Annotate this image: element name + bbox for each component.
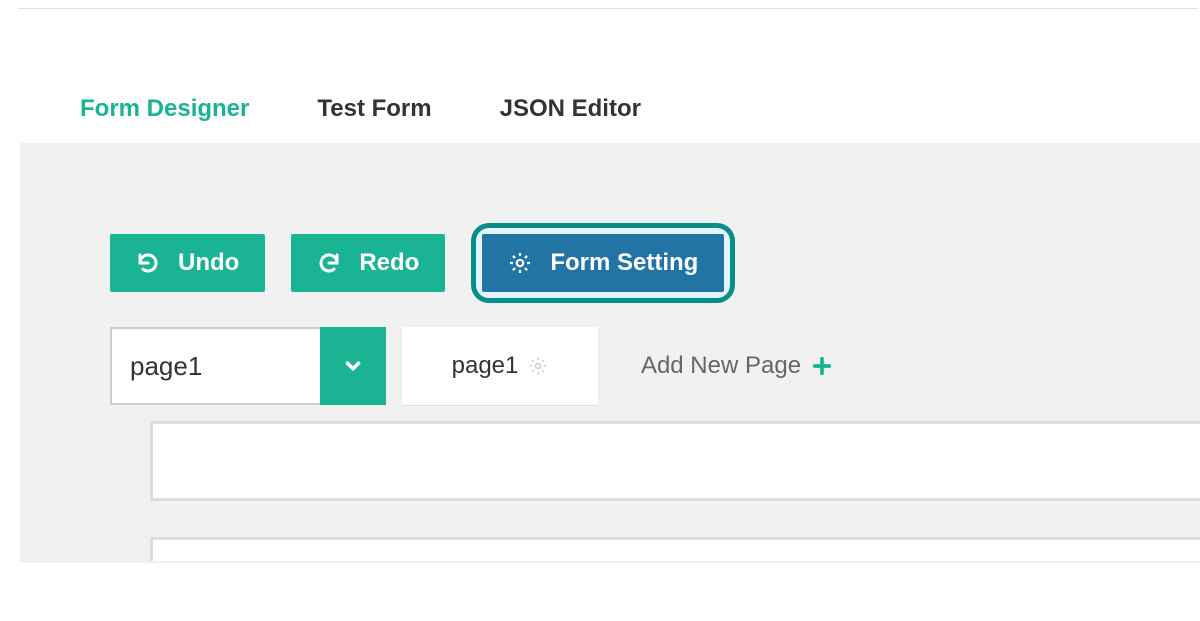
- redo-label: Redo: [359, 249, 419, 277]
- form-setting-button[interactable]: Form Setting: [482, 234, 724, 292]
- redo-button[interactable]: Redo: [291, 234, 445, 292]
- page-select-value: page1: [110, 327, 320, 405]
- form-setting-label: Form Setting: [550, 249, 698, 277]
- undo-button[interactable]: Undo: [110, 234, 265, 292]
- canvas-row[interactable]: [150, 421, 1200, 501]
- tab-test-form[interactable]: Test Form: [283, 81, 465, 143]
- page-tab-current[interactable]: page1: [402, 327, 598, 405]
- tab-form-designer[interactable]: Form Designer: [46, 81, 283, 143]
- redo-icon: [317, 251, 341, 275]
- highlight-ring: Form Setting: [471, 223, 735, 303]
- canvas-row[interactable]: [150, 537, 1200, 561]
- page-row: page1 page1 Add New Page: [110, 327, 860, 405]
- gear-icon: [508, 251, 532, 275]
- page-select[interactable]: page1: [110, 327, 386, 405]
- title-divider: [18, 8, 1198, 9]
- toolbar: Undo Redo Form Setting: [110, 223, 735, 303]
- add-page-label: Add New Page: [641, 352, 801, 380]
- designer-area: Undo Redo Form Setting: [20, 143, 1200, 563]
- undo-label: Undo: [178, 249, 239, 277]
- chevron-down-icon[interactable]: [320, 327, 386, 405]
- tab-json-editor[interactable]: JSON Editor: [466, 81, 675, 143]
- gear-icon[interactable]: [528, 356, 548, 376]
- tab-bar: Form Designer Test Form JSON Editor: [46, 81, 1200, 143]
- add-new-page-button[interactable]: Add New Page: [614, 327, 860, 405]
- undo-icon: [136, 251, 160, 275]
- plus-icon: [811, 355, 833, 377]
- page-tab-label: page1: [452, 352, 519, 380]
